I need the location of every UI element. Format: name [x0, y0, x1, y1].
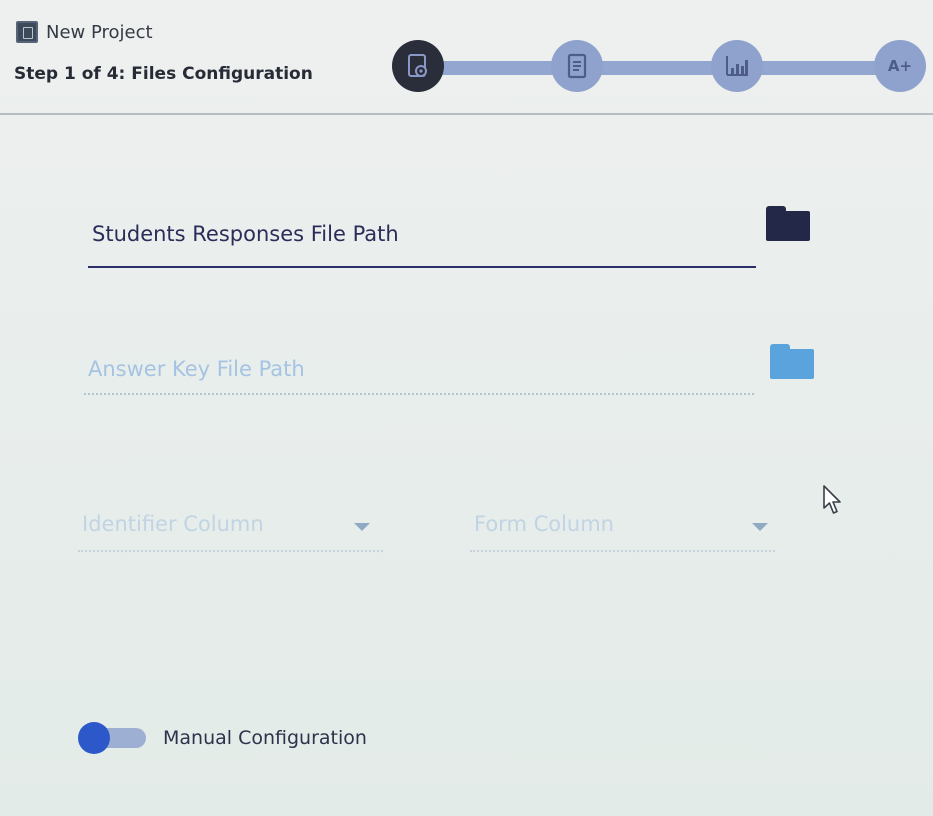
grade-icon: A+: [887, 57, 913, 75]
app-icon: [16, 21, 38, 43]
document-icon: [567, 53, 587, 79]
chevron-down-icon: [354, 523, 370, 531]
folder-icon[interactable]: [766, 206, 810, 242]
identifier-column-select[interactable]: Identifier Column: [78, 512, 388, 554]
identifier-column-placeholder: Identifier Column: [82, 512, 264, 536]
window-title: New Project: [46, 21, 153, 43]
students-responses-path-placeholder: Students Responses File Path: [92, 222, 399, 246]
header-divider: [0, 113, 933, 115]
form-column-underline: [470, 550, 775, 552]
title-bar: New Project: [16, 18, 153, 46]
step-3-node[interactable]: [711, 40, 763, 92]
students-responses-path-field[interactable]: Students Responses File Path: [88, 222, 760, 270]
answer-key-path-field[interactable]: Answer Key File Path: [84, 357, 756, 397]
form-column-placeholder: Form Column: [474, 512, 614, 536]
manual-configuration-toggle[interactable]: [78, 722, 148, 754]
mouse-cursor-icon: [823, 485, 841, 514]
answer-key-path-placeholder: Answer Key File Path: [88, 357, 305, 381]
file-settings-icon: [408, 54, 427, 77]
folder-icon[interactable]: [770, 344, 814, 380]
answer-key-path-underline: [84, 393, 754, 395]
step-4-node[interactable]: A+: [874, 40, 926, 92]
step-1-node[interactable]: [392, 40, 444, 92]
form-column-select[interactable]: Form Column: [470, 512, 785, 554]
new-project-window: New Project Step 1 of 4: Files Configura…: [0, 0, 933, 816]
students-responses-path-underline: [88, 266, 756, 268]
progress-stepper: A+: [388, 40, 933, 96]
bar-chart-icon: [726, 56, 748, 76]
toggle-knob: [78, 722, 110, 754]
identifier-column-underline: [78, 550, 383, 552]
stepper-track: [418, 61, 918, 75]
step-2-node[interactable]: [551, 40, 603, 92]
manual-configuration-label: Manual Configuration: [163, 727, 367, 749]
step-label: Step 1 of 4: Files Configuration: [14, 64, 313, 84]
chevron-down-icon: [752, 523, 768, 531]
